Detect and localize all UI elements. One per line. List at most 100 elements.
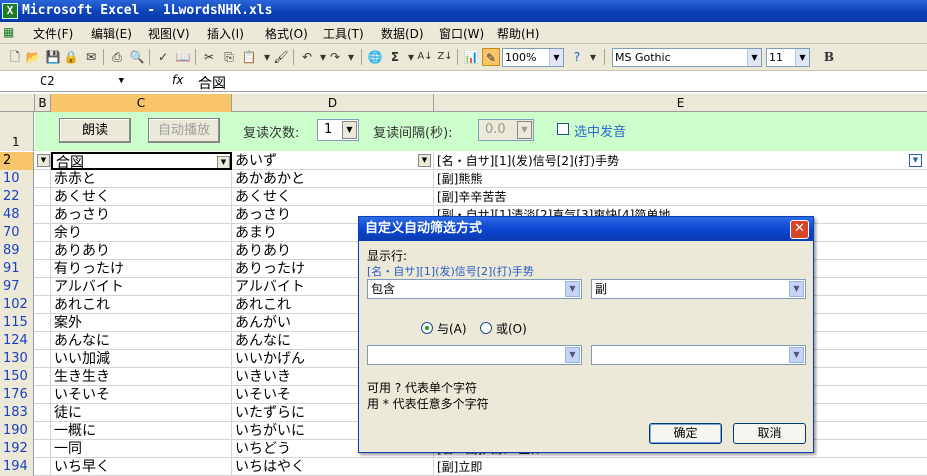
cell-b[interactable] [35, 422, 51, 440]
cell-c[interactable]: 案外 [51, 314, 232, 332]
chevron-down-icon[interactable]: ▼ [795, 49, 809, 66]
row-header[interactable]: 150 [0, 368, 34, 386]
print-preview-icon[interactable]: 🔍 [128, 48, 146, 66]
cell-c[interactable]: 一概に [51, 422, 232, 440]
close-icon[interactable]: ✕ [790, 220, 809, 239]
operator-1-select[interactable]: 包含 ▼ [367, 279, 582, 299]
filter-dropdown-icon[interactable]: ▼ [37, 154, 50, 167]
cell-b[interactable] [35, 296, 51, 314]
cell-b[interactable] [35, 386, 51, 404]
paste-icon[interactable]: 📋 [240, 48, 258, 66]
chart-wizard-icon[interactable]: 📊 [462, 48, 480, 66]
chevron-down-icon[interactable]: ▼ [789, 281, 804, 297]
cell-c[interactable]: あくせく [51, 188, 232, 206]
row-header[interactable]: 183 [0, 404, 34, 422]
column-header-c[interactable]: C [51, 94, 232, 112]
row-header-1[interactable]: 1 [0, 112, 34, 151]
cell-b[interactable] [35, 458, 51, 476]
cell-b[interactable] [35, 278, 51, 296]
font-size-select[interactable]: 11 ▼ [766, 48, 810, 67]
sort-ascending-icon[interactable]: A↓ [416, 48, 434, 66]
pronounce-selected-checkbox[interactable] [557, 123, 569, 135]
cell-c[interactable]: いち早く [51, 458, 232, 476]
chevron-down-icon[interactable]: ▼ [789, 347, 804, 363]
cell-c-active[interactable]: 合図 ▼ [51, 152, 232, 170]
read-aloud-button[interactable]: 朗读 [59, 118, 131, 143]
chevron-down-icon[interactable]: ▼ [549, 49, 563, 66]
print-icon[interactable]: ⎙ [108, 48, 126, 66]
cell-e[interactable]: [名・自サ][1](发)信号[2](打)手势 ▼ [434, 152, 927, 170]
cell-b[interactable] [35, 188, 51, 206]
operator-2-select[interactable]: ▼ [367, 345, 582, 365]
cell-c[interactable]: いそいそ [51, 386, 232, 404]
research-icon[interactable]: 📖 [174, 48, 192, 66]
insert-function-icon[interactable]: fx [172, 73, 183, 87]
menu-help[interactable]: 帮助(H) [497, 25, 539, 42]
cell-c[interactable]: 生き生き [51, 368, 232, 386]
cell-d[interactable]: いちはやく [232, 458, 434, 476]
cell-b[interactable] [35, 206, 51, 224]
row-header[interactable]: 115 [0, 314, 34, 332]
row-header[interactable]: 2 [0, 152, 34, 170]
cell-d[interactable]: あくせく [232, 188, 434, 206]
cell-c[interactable]: あっさり [51, 206, 232, 224]
cell-c[interactable]: いい加減 [51, 350, 232, 368]
menu-format[interactable]: 格式(O) [265, 25, 308, 42]
new-icon[interactable]: 🗋 [6, 48, 24, 66]
row-header[interactable]: 124 [0, 332, 34, 350]
cell-b[interactable] [35, 368, 51, 386]
menu-view[interactable]: 视图(V) [148, 25, 190, 42]
cell-c[interactable]: 赤赤と [51, 170, 232, 188]
menu-data[interactable]: 数据(D) [381, 25, 424, 42]
column-header-d[interactable]: D [232, 94, 434, 112]
formula-input[interactable]: 合図 [198, 73, 226, 93]
repeat-interval-select[interactable]: 0.0 ▼ [478, 119, 534, 141]
cell-c[interactable]: あんなに [51, 332, 232, 350]
cell-b[interactable] [35, 440, 51, 458]
or-radio[interactable] [480, 322, 492, 334]
cell-c[interactable]: 有りったけ [51, 260, 232, 278]
row-header[interactable]: 48 [0, 206, 34, 224]
menu-tools[interactable]: 工具(T) [323, 25, 364, 42]
cell-b[interactable]: ▼ [35, 152, 51, 170]
row-header[interactable]: 190 [0, 422, 34, 440]
row-header[interactable]: 97 [0, 278, 34, 296]
redo-dropdown-icon[interactable]: ▾ [342, 48, 360, 66]
row-header[interactable]: 176 [0, 386, 34, 404]
cell-e[interactable]: [副]熊熊 [434, 170, 927, 188]
cell-c[interactable]: 一同 [51, 440, 232, 458]
toolbar-options-icon[interactable]: ▾ [584, 48, 602, 66]
hyperlink-icon[interactable]: 🌐 [366, 48, 384, 66]
menu-window[interactable]: 窗口(W) [439, 25, 484, 42]
menu-file[interactable]: 文件(F) [33, 25, 73, 42]
cell-c[interactable]: あれこれ [51, 296, 232, 314]
cell-c[interactable]: アルバイト [51, 278, 232, 296]
cell-b[interactable] [35, 404, 51, 422]
auto-play-button[interactable]: 自动播放 [148, 118, 220, 143]
cell-e[interactable]: [副]辛辛苦苦 [434, 188, 927, 206]
workbook-icon[interactable]: ▦ [3, 25, 19, 41]
chevron-down-icon[interactable]: ▼ [517, 121, 532, 139]
font-name-select[interactable]: MS Gothic ▼ [612, 48, 762, 67]
row-header[interactable]: 91 [0, 260, 34, 278]
cut-icon[interactable]: ✂ [200, 48, 218, 66]
cell-d[interactable]: あいず ▼ [232, 152, 434, 170]
column-header-b[interactable]: B [35, 94, 51, 112]
row-header[interactable]: 130 [0, 350, 34, 368]
row-header[interactable]: 194 [0, 458, 34, 476]
bold-button[interactable]: B [820, 48, 838, 66]
save-icon[interactable]: 💾 [44, 48, 62, 66]
copy-icon[interactable]: ⎘ [220, 48, 238, 66]
cell-b[interactable] [35, 170, 51, 188]
filter-dropdown-icon-active[interactable]: ▼ [909, 154, 922, 167]
zoom-select[interactable]: 100% ▼ [502, 48, 564, 67]
row-header[interactable]: 192 [0, 440, 34, 458]
drawing-icon[interactable]: ✎ [482, 48, 500, 66]
excel-app-icon[interactable]: X [2, 3, 18, 19]
and-radio[interactable] [421, 322, 433, 334]
format-painter-icon[interactable]: 🖌 [272, 48, 290, 66]
chevron-down-icon[interactable]: ▼ [747, 49, 761, 66]
cell-d[interactable]: あかあかと [232, 170, 434, 188]
open-icon[interactable]: 📂 [24, 48, 42, 66]
row-header[interactable]: 22 [0, 188, 34, 206]
